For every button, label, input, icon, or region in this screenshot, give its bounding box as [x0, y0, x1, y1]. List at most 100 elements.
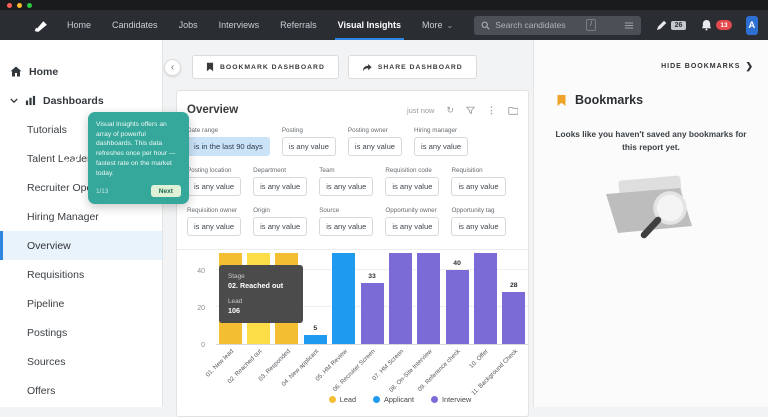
y-tick-label-40: 40	[197, 268, 205, 275]
filter-value-posting-location[interactable]: is any value	[187, 177, 242, 196]
nav-item-more[interactable]: More ⌄	[422, 10, 453, 40]
hide-bookmarks-label: HIDE BOOKMARKS	[661, 63, 741, 70]
legend-dot-applicant	[373, 396, 380, 403]
filter-value-date-range[interactable]: is in the last 90 days	[187, 137, 270, 156]
bar-06-recruiter-screen[interactable]	[360, 282, 384, 344]
onboarding-next-button[interactable]: Next	[150, 185, 181, 198]
collapse-sidebar-button[interactable]: ‹	[164, 59, 181, 76]
bell-icon	[701, 19, 712, 31]
bar-value-09-reference-check: 40	[453, 260, 461, 267]
bookmarks-title: Bookmarks	[575, 93, 644, 107]
nav-item-jobs[interactable]: Jobs	[179, 10, 198, 40]
traffic-light-zoom[interactable]	[27, 2, 32, 8]
legend-item-interview[interactable]: Interview	[431, 395, 471, 404]
bookmark-icon	[206, 62, 214, 72]
filter-value-team[interactable]: is any value	[319, 177, 374, 196]
chevron-down-icon	[10, 95, 18, 107]
filter-value-posting[interactable]: is any value	[281, 137, 336, 156]
filter-value-source[interactable]: is any value	[319, 217, 374, 236]
chevron-right-icon: ❯	[745, 61, 754, 71]
bar-04-new-applicant[interactable]	[303, 334, 327, 344]
search-input[interactable]	[495, 20, 582, 30]
edit-count-badge: 26	[670, 20, 687, 30]
empty-folder-illustration	[606, 175, 692, 238]
filter-value-hiring-manager[interactable]: is any value	[414, 137, 469, 156]
sidebar-item-home[interactable]: Home	[0, 57, 162, 86]
edit-notes-button[interactable]: 26	[656, 20, 687, 31]
report-meta: just now ↻ ⋮	[407, 105, 518, 115]
filter-value-requisition-owner[interactable]: is any value	[187, 217, 242, 236]
sidebar-item-requisitions[interactable]: Requisitions	[0, 260, 162, 289]
onboarding-footer: 1/13 Next	[96, 185, 181, 198]
filter-bar: Date range is in the last 90 days Posting i…	[177, 122, 528, 249]
bookmark-dashboard-button[interactable]: BOOKMARK DASHBOARD	[192, 55, 339, 79]
filter-date-range: Date range is in the last 90 days	[187, 127, 270, 156]
bar-11-background-check[interactable]	[502, 292, 526, 344]
sidebar-item-label: Dashboards	[43, 94, 104, 107]
filter-posting-location: Posting location is any value	[187, 167, 242, 196]
sidebar-item-postings[interactable]: Postings	[0, 318, 162, 347]
sidebar-item-pipeline[interactable]: Pipeline	[0, 289, 162, 318]
filter-row-1: Date range is in the last 90 days Posting i…	[187, 127, 518, 156]
bar-10-offer[interactable]	[473, 253, 497, 344]
bar-value-06-recruiter-screen: 33	[368, 272, 376, 280]
filter-value-requisition[interactable]: is any value	[451, 177, 506, 196]
filter-value-requisition-code[interactable]: is any value	[385, 177, 440, 196]
filter-label: Hiring manager	[414, 127, 458, 134]
refresh-icon[interactable]: ↻	[446, 105, 454, 115]
filter-value-department[interactable]: is any value	[253, 177, 308, 196]
traffic-light-close[interactable]	[7, 2, 12, 8]
hide-bookmarks-button[interactable]: HIDE BOOKMARKS ❯	[661, 61, 754, 72]
legend-item-lead[interactable]: Lead	[328, 395, 356, 404]
filter-funnel-icon[interactable]	[466, 106, 475, 115]
onboarding-text: Visual Insights offers an array of power…	[96, 121, 176, 177]
bar-08-on-site-interview[interactable]	[417, 253, 441, 344]
bar-value-04-new-applicant: 5	[313, 324, 318, 332]
filter-label: Posting	[281, 127, 303, 134]
sidebar-item-offers[interactable]: Offers	[0, 376, 162, 405]
filter-opportunity-owner: Opportunity owner is any value	[385, 207, 440, 236]
nav-item-referrals[interactable]: Referrals	[280, 10, 317, 40]
filter-label: Team	[319, 167, 335, 174]
search-box[interactable]: /	[474, 15, 641, 35]
top-nav-items: Home Candidates Jobs Interviews Referrals Vis…	[67, 10, 474, 40]
user-avatar[interactable]: A	[745, 15, 758, 35]
report-title: Overview	[187, 104, 239, 116]
folder-icon[interactable]	[508, 106, 518, 115]
lever-logo-icon[interactable]	[32, 17, 49, 34]
sidebar-item-sources[interactable]: Sources	[0, 347, 162, 376]
share-icon	[362, 63, 372, 72]
filter-team: Team is any value	[319, 167, 374, 196]
filter-hiring-manager: Hiring manager is any value	[414, 127, 469, 156]
nav-item-interviews[interactable]: Interviews	[219, 10, 260, 40]
notifications-button[interactable]: 13	[701, 19, 732, 31]
filter-value-posting-owner[interactable]: is any value	[347, 137, 403, 156]
nav-item-candidates[interactable]: Candidates	[112, 10, 158, 40]
filter-value-opportunity-tag[interactable]: is any value	[451, 217, 506, 236]
filter-row-2: Posting location is any value Department is…	[187, 167, 518, 196]
filter-value-origin[interactable]: is any value	[253, 217, 308, 236]
kebab-menu-icon[interactable]: ⋮	[487, 105, 496, 115]
sidebar-item-label: Requisitions	[27, 268, 85, 281]
filter-requisition-owner: Requisition owner is any value	[187, 207, 242, 236]
nav-item-visual-insights[interactable]: Visual Insights	[334, 10, 405, 40]
nav-item-home[interactable]: Home	[67, 10, 91, 40]
home-icon	[10, 66, 22, 77]
bar-09-reference-check[interactable]	[445, 270, 469, 344]
sidebar-item-overview[interactable]: Overview	[0, 231, 162, 260]
bar-07-hm-screen[interactable]	[388, 253, 412, 344]
traffic-light-minimize[interactable]	[17, 2, 22, 8]
bookmark-dashboard-label: BOOKMARK DASHBOARD	[220, 63, 325, 71]
filter-label: Date range	[187, 127, 219, 134]
sidebar-item-hiring-manager[interactable]: Hiring Manager	[0, 202, 162, 231]
sidebar-item-label: Overview	[27, 239, 71, 252]
x-tick-label-10-offer: 10. Offer	[468, 348, 491, 370]
bar-05-hm-review[interactable]	[332, 253, 356, 344]
sidebar-item-dashboards[interactable]: Dashboards	[0, 86, 162, 115]
filter-label: Department	[253, 167, 287, 174]
tooltip-heading: Stage	[228, 273, 245, 280]
legend-item-applicant[interactable]: Applicant	[373, 395, 414, 404]
filter-value-opportunity-owner[interactable]: is any value	[385, 217, 440, 236]
share-dashboard-button[interactable]: SHARE DASHBOARD	[347, 55, 477, 79]
search-filter-icon[interactable]	[624, 21, 634, 30]
